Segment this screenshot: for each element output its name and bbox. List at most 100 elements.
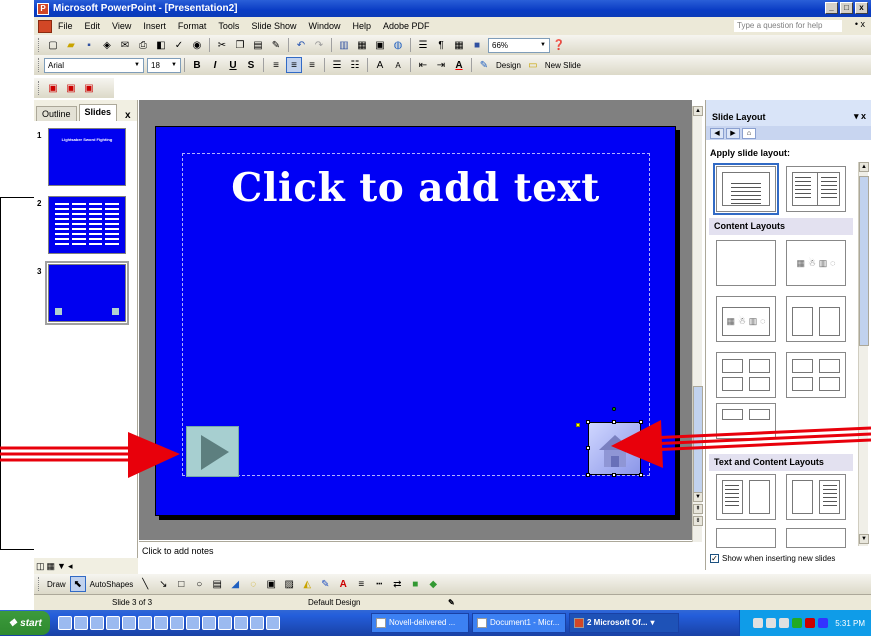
decrease-font-icon[interactable]: A bbox=[390, 57, 406, 73]
layout-two-content[interactable] bbox=[786, 296, 846, 342]
menu-help[interactable]: Help bbox=[346, 21, 377, 31]
numbering-icon[interactable]: ☰ bbox=[329, 57, 345, 73]
tables-borders-icon[interactable]: ▣ bbox=[372, 37, 388, 53]
next-action-button[interactable] bbox=[186, 426, 239, 477]
insert-chart-icon[interactable]: ▥ bbox=[336, 37, 352, 53]
menu-format[interactable]: Format bbox=[172, 21, 213, 31]
resize-handle[interactable] bbox=[586, 473, 590, 477]
font-select[interactable]: Arial ▼ bbox=[44, 57, 144, 73]
chevron-down-icon[interactable]: ▼ bbox=[538, 40, 548, 51]
fill-color-icon[interactable]: ◭ bbox=[299, 576, 315, 592]
research-icon[interactable]: ◉ bbox=[189, 37, 205, 53]
line-color-icon[interactable]: ✎ bbox=[317, 576, 333, 592]
quick-launch-icon[interactable] bbox=[106, 616, 120, 630]
increase-font-icon[interactable]: A bbox=[372, 57, 388, 73]
rotate-handle[interactable] bbox=[612, 407, 616, 411]
restore-button[interactable]: □ bbox=[840, 2, 853, 14]
menu-view[interactable]: View bbox=[106, 21, 137, 31]
save-icon[interactable]: ▪ bbox=[81, 37, 97, 53]
convert-to-pdf-icon[interactable]: ▣ bbox=[45, 80, 61, 96]
draw-menu[interactable]: Draw bbox=[44, 580, 69, 589]
normal-view-icon[interactable]: ◫ bbox=[36, 561, 45, 572]
design-button[interactable]: Design bbox=[493, 61, 524, 70]
menu-tools[interactable]: Tools bbox=[212, 21, 245, 31]
document-icon[interactable] bbox=[38, 19, 52, 33]
dash-style-icon[interactable]: ┅ bbox=[371, 576, 387, 592]
increase-indent-icon[interactable]: ⇥ bbox=[433, 57, 449, 73]
taskbar-item-document1[interactable]: Document1 - Micr... bbox=[472, 613, 566, 633]
layout-content-text[interactable] bbox=[786, 474, 846, 520]
tab-slides[interactable]: Slides bbox=[78, 104, 118, 121]
minimize-button[interactable]: _ bbox=[825, 2, 838, 14]
layout-partial-2[interactable] bbox=[786, 528, 846, 548]
scroll-up-icon[interactable]: ▲ bbox=[859, 162, 869, 172]
layout-title-content[interactable]: ▦ ☃ ▥ ◌ bbox=[716, 296, 776, 342]
bullets-icon[interactable]: ☷ bbox=[347, 57, 363, 73]
adjust-handle[interactable] bbox=[576, 423, 580, 427]
layout-text-content[interactable] bbox=[716, 474, 776, 520]
3d-style-icon[interactable]: ◆ bbox=[425, 576, 441, 592]
spelling-icon[interactable]: ✓ bbox=[171, 37, 187, 53]
menu-slide-show[interactable]: Slide Show bbox=[245, 21, 302, 31]
autoshapes-menu[interactable]: AutoShapes bbox=[87, 580, 137, 589]
chevron-down-icon[interactable]: ▼ bbox=[169, 60, 179, 71]
tray-icon[interactable] bbox=[792, 618, 803, 628]
font-size-select[interactable]: 18 ▼ bbox=[147, 57, 181, 73]
menu-file[interactable]: File bbox=[52, 21, 79, 31]
layout-title-and-text[interactable] bbox=[713, 163, 779, 215]
quick-launch-icon[interactable] bbox=[138, 616, 152, 630]
rectangle-icon[interactable]: □ bbox=[173, 576, 189, 592]
layout-blank[interactable] bbox=[716, 240, 776, 286]
quick-launch-icon[interactable] bbox=[202, 616, 216, 630]
checkbox-icon[interactable]: ✓ bbox=[710, 554, 719, 563]
task-pane-controls[interactable]: ▾ x bbox=[854, 111, 866, 122]
previous-slide-icon[interactable]: ⇞ bbox=[693, 504, 703, 514]
permission-icon[interactable]: ◈ bbox=[99, 37, 115, 53]
scroll-up-icon[interactable]: ▲ bbox=[693, 106, 703, 116]
help-search-input[interactable]: Type a question for help bbox=[733, 19, 843, 33]
menu-adobe-pdf[interactable]: Adobe PDF bbox=[377, 21, 436, 31]
tray-icon[interactable] bbox=[805, 618, 816, 628]
forward-icon[interactable]: ▶ bbox=[726, 127, 740, 139]
select-objects-icon[interactable]: ⬉ bbox=[69, 576, 86, 592]
new-slide-button[interactable]: New Slide bbox=[542, 61, 584, 70]
align-center-icon[interactable]: ≡ bbox=[286, 57, 302, 73]
layout-two-column-text[interactable] bbox=[786, 166, 846, 212]
slide-thumbnail-2[interactable] bbox=[48, 196, 126, 254]
menu-insert[interactable]: Insert bbox=[137, 21, 172, 31]
align-right-icon[interactable]: ≡ bbox=[304, 57, 320, 73]
quick-launch-icon[interactable] bbox=[122, 616, 136, 630]
shadow-style-icon[interactable]: ■ bbox=[407, 576, 423, 592]
close-icon[interactable]: x bbox=[125, 110, 131, 121]
powerpoint-icon[interactable]: P bbox=[37, 2, 49, 15]
quick-launch-icon[interactable] bbox=[218, 616, 232, 630]
slide-show-icon[interactable]: ▼ bbox=[57, 561, 66, 571]
resize-handle[interactable] bbox=[586, 420, 590, 424]
home-icon[interactable]: ⌂ bbox=[742, 127, 756, 139]
show-when-inserting-checkbox[interactable]: ✓ Show when inserting new slides bbox=[710, 554, 835, 563]
back-icon[interactable]: ◀ bbox=[710, 127, 724, 139]
taskbar-item-novell[interactable]: Novell-delivered ... bbox=[371, 613, 469, 633]
copy-icon[interactable]: ❐ bbox=[232, 37, 248, 53]
scroll-down-icon[interactable]: ▼ bbox=[859, 534, 869, 544]
start-button[interactable]: ❖ start bbox=[0, 611, 50, 635]
scroll-thumb[interactable] bbox=[859, 176, 869, 346]
undo-icon[interactable]: ↶ bbox=[293, 37, 309, 53]
toolbar-grip[interactable] bbox=[38, 58, 41, 72]
layout-four-content[interactable] bbox=[716, 352, 776, 398]
quick-launch-icon[interactable] bbox=[74, 616, 88, 630]
bold-button[interactable]: B bbox=[189, 57, 205, 73]
pdf-review-icon[interactable]: ▣ bbox=[81, 80, 97, 96]
decrease-indent-icon[interactable]: ⇤ bbox=[415, 57, 431, 73]
tray-icon[interactable] bbox=[779, 618, 790, 628]
arrow-icon[interactable]: ↘ bbox=[155, 576, 171, 592]
print-preview-icon[interactable]: ◧ bbox=[153, 37, 169, 53]
grid-icon[interactable]: ▦ bbox=[451, 37, 467, 53]
zoom-select[interactable]: 66% ▼ bbox=[488, 37, 550, 53]
toolbar-grip[interactable] bbox=[38, 38, 41, 52]
next-slide-icon[interactable]: ⇟ bbox=[693, 516, 703, 526]
slide-sorter-icon[interactable]: ▦ bbox=[47, 561, 56, 572]
design-icon[interactable]: ✎ bbox=[476, 57, 492, 73]
tray-icon[interactable] bbox=[753, 618, 764, 628]
hyperlink-icon[interactable]: ◍ bbox=[390, 37, 406, 53]
